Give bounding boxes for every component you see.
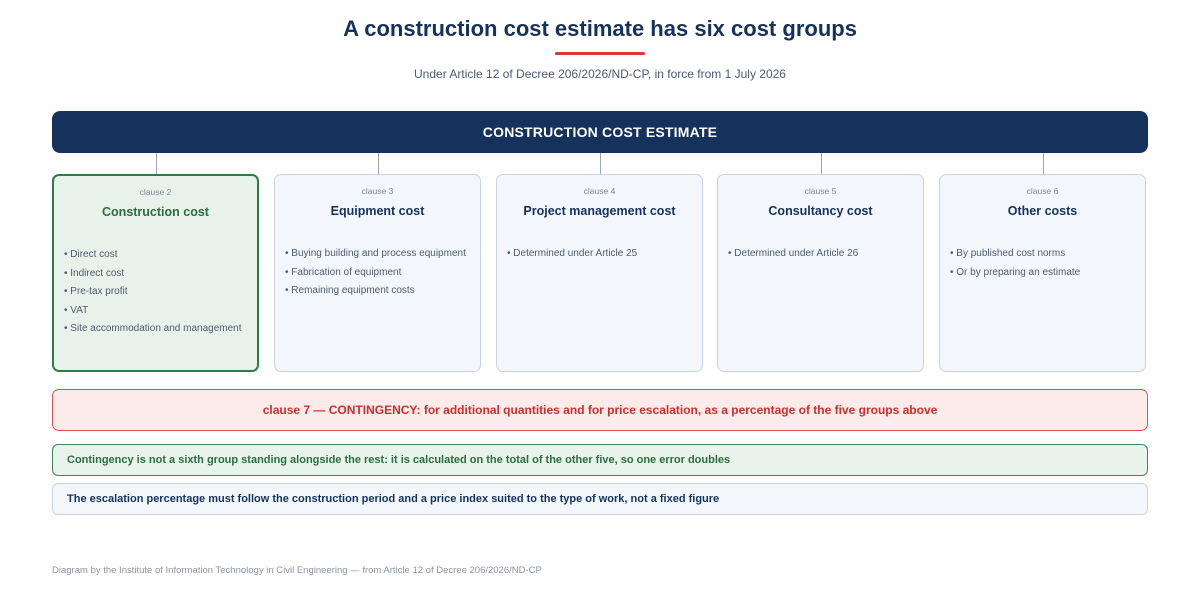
- item-list: By published cost norms Or by preparing …: [950, 247, 1133, 284]
- list-item: By published cost norms: [950, 247, 1133, 262]
- contingency-note: Contingency is not a sixth group standin…: [52, 444, 1148, 476]
- footer-credit: Diagram by the Institute of Information …: [52, 565, 542, 576]
- list-item: Buying building and process equipment: [285, 247, 468, 262]
- title-underline: [555, 52, 645, 55]
- list-item: Site accommodation and management: [64, 322, 245, 337]
- list-item: Determined under Article 25: [507, 247, 690, 262]
- card-title: Project management cost: [523, 204, 676, 218]
- list-item: Or by preparing an estimate: [950, 266, 1133, 281]
- item-list: Determined under Article 26: [728, 247, 911, 266]
- connector-line: [378, 153, 379, 174]
- cost-group-card-other: clause 6 Other costs By published cost n…: [939, 174, 1146, 372]
- connector-line: [600, 153, 601, 174]
- card-title: Construction cost: [102, 205, 209, 219]
- list-item: Determined under Article 26: [728, 247, 911, 262]
- escalation-note: The escalation percentage must follow th…: [52, 483, 1148, 515]
- list-item: Indirect cost: [64, 267, 245, 282]
- item-list: Buying building and process equipment Fa…: [285, 247, 468, 303]
- connector-line: [156, 153, 157, 174]
- clause-label: clause 2: [139, 187, 172, 197]
- connector-line: [1043, 153, 1044, 174]
- cost-group-card-consultancy: clause 5 Consultancy cost Determined und…: [717, 174, 924, 372]
- cost-group-card-construction: clause 2 Construction cost Direct cost I…: [52, 174, 259, 372]
- clause-label: clause 5: [804, 186, 837, 196]
- root-node-banner: CONSTRUCTION COST ESTIMATE: [52, 111, 1148, 153]
- list-item: Pre-tax profit: [64, 285, 245, 300]
- list-item: Fabrication of equipment: [285, 266, 468, 281]
- list-item: Remaining equipment costs: [285, 284, 468, 299]
- item-list: Direct cost Indirect cost Pre-tax profit…: [64, 248, 245, 341]
- clause-label: clause 6: [1026, 186, 1059, 196]
- clause-label: clause 4: [583, 186, 616, 196]
- list-item: VAT: [64, 304, 245, 319]
- page-subtitle: Under Article 12 of Decree 206/2026/ND-C…: [414, 67, 786, 81]
- page-title: A construction cost estimate has six cos…: [343, 16, 857, 41]
- card-title: Equipment cost: [330, 204, 425, 218]
- cost-group-card-equipment: clause 3 Equipment cost Buying building …: [274, 174, 481, 372]
- card-title: Consultancy cost: [768, 204, 873, 218]
- clause-label: clause 3: [361, 186, 394, 196]
- connector-line: [821, 153, 822, 174]
- card-title: Other costs: [1007, 204, 1078, 218]
- contingency-box: clause 7 — CONTINGENCY: for additional q…: [52, 389, 1148, 431]
- cost-group-card-project-management: clause 4 Project management cost Determi…: [496, 174, 703, 372]
- item-list: Determined under Article 25: [507, 247, 690, 266]
- list-item: Direct cost: [64, 248, 245, 263]
